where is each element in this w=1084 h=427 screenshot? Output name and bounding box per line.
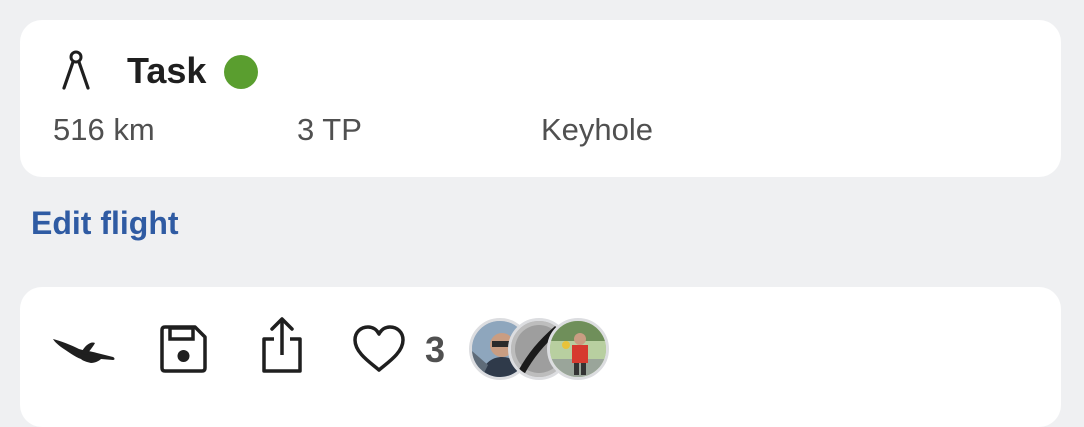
edit-flight-link[interactable]: Edit flight [31,202,179,244]
avatar[interactable] [547,318,609,380]
compass-icon [62,50,90,90]
task-turnpoints: 3 TP [297,112,362,147]
task-title: Task [127,50,207,91]
task-distance: 516 km [53,112,155,147]
share-icon[interactable] [258,315,306,375]
task-card: Task 516 km 3 TP Keyhole [20,20,1061,177]
status-indicator [224,55,258,89]
task-sector-type: Keyhole [541,112,654,147]
like-count[interactable]: 3 [425,329,445,371]
save-icon[interactable] [158,324,208,374]
heart-icon[interactable] [351,323,407,375]
bird-icon[interactable] [51,331,117,367]
flight-actions-card: 3 [20,287,1061,427]
